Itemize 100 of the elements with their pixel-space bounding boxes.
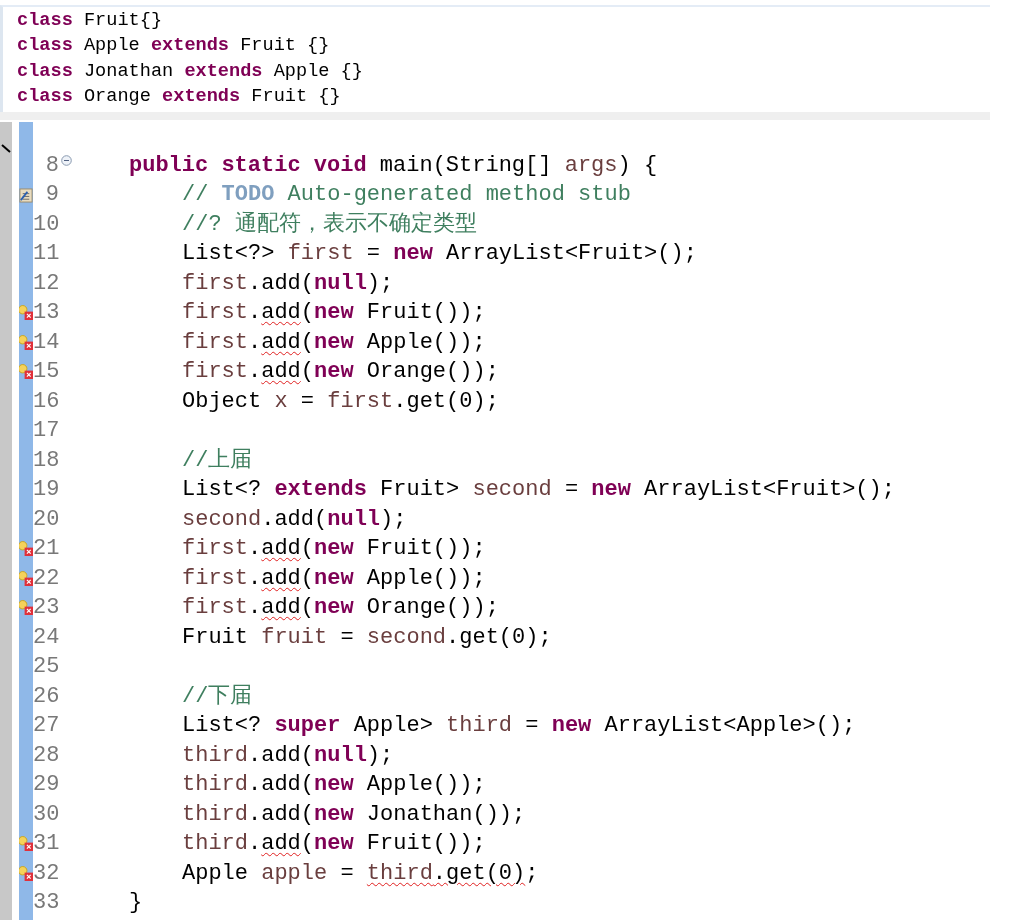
code-text: .	[248, 565, 262, 591]
code-text: Apple());	[365, 565, 486, 591]
error-bulb-icon[interactable]	[19, 334, 33, 351]
collapse-icon[interactable]	[61, 155, 72, 167]
keyword: new	[314, 300, 354, 326]
code-text: =	[524, 713, 540, 739]
error-bulb-icon[interactable]	[19, 836, 33, 853]
line-number: 26	[33, 682, 61, 711]
variable-name: second	[472, 477, 552, 503]
code-text: Apple {}	[272, 60, 363, 82]
keyword: extends	[150, 35, 229, 57]
code-text: (	[300, 536, 315, 562]
code-text: (	[300, 595, 315, 621]
keyword: null	[314, 270, 367, 296]
keyword: extends	[162, 85, 241, 107]
code-text: =	[563, 477, 580, 503]
keyword: new	[314, 801, 354, 827]
variable-name: first	[287, 241, 354, 267]
keyword: new	[314, 536, 354, 562]
todo-tag: TODO	[221, 182, 275, 208]
error-code-text: .get(0)	[432, 860, 526, 886]
error-bulb-icon[interactable]	[19, 541, 33, 558]
code-text: Fruit());	[365, 831, 486, 857]
line-number: 18	[33, 446, 61, 475]
code-text: .add(	[248, 270, 315, 296]
variable-name: first	[182, 270, 248, 296]
code-text: .add(	[248, 772, 315, 798]
code-text: Fruit {}	[250, 85, 341, 107]
code-comment: //上届	[182, 447, 253, 473]
variable-name: first	[327, 388, 394, 414]
code-text: =	[365, 241, 382, 267]
code-text: ArrayList<Fruit>();	[643, 477, 895, 503]
code-text: List<?>	[182, 241, 276, 267]
code-text: );	[366, 270, 394, 296]
code-text: List<?	[182, 713, 263, 739]
error-code-text: add	[261, 595, 301, 621]
variable-name: third	[182, 831, 248, 857]
line-number: 32	[33, 859, 61, 888]
code-comment: //? 通配符，表示不确定类型	[182, 211, 477, 237]
variable-name: args	[564, 152, 618, 178]
error-code-text: add	[261, 565, 301, 591]
keyword: new	[314, 831, 354, 857]
keyword: null	[314, 742, 367, 768]
line-number: 16	[33, 387, 61, 416]
variable-name: third	[182, 801, 248, 827]
line-number: 31	[33, 830, 61, 859]
code-text: Apple());	[365, 329, 486, 355]
code-text: (	[300, 565, 315, 591]
line-number: 22	[33, 564, 61, 593]
code-text: Object	[182, 388, 263, 414]
code-text: .	[248, 300, 262, 326]
variable-name: first	[182, 329, 248, 355]
variable-name: first	[182, 565, 248, 591]
error-code-text: add	[261, 329, 301, 355]
error-bulb-icon[interactable]	[19, 364, 33, 381]
keyword: extends	[184, 60, 263, 82]
code-text: List<?	[182, 477, 263, 503]
keyword: super	[274, 713, 341, 739]
keyword: null	[327, 506, 381, 532]
keyword: new	[314, 595, 354, 621]
code-text: .	[248, 831, 262, 857]
line-number: 9	[44, 181, 60, 210]
line-number: 33	[33, 889, 61, 918]
code-text: Orange	[82, 85, 152, 107]
code-text: Fruit());	[365, 300, 486, 326]
error-bulb-icon[interactable]	[19, 600, 33, 617]
code-text: ;	[525, 860, 539, 886]
code-text: Orange());	[365, 359, 499, 385]
line-number: 23	[33, 594, 61, 623]
code-text: Orange());	[365, 595, 499, 621]
keyword: class	[17, 85, 73, 107]
variable-name: second	[366, 624, 447, 650]
code-text: Apple	[182, 860, 249, 886]
code-text: .add(	[261, 506, 328, 532]
code-text: .	[248, 329, 262, 355]
code-text: (	[300, 300, 315, 326]
keyword: new	[314, 565, 354, 591]
keyword: new	[314, 359, 354, 385]
code-text: (	[300, 329, 315, 355]
variable-name: third	[182, 742, 248, 768]
code-text: .add(	[248, 801, 315, 827]
code-comment: //	[182, 182, 210, 208]
keyword: new	[393, 241, 433, 267]
error-bulb-icon[interactable]	[19, 305, 33, 322]
keyword: new	[314, 772, 354, 798]
code-text: Jonathan());	[365, 801, 526, 827]
code-text: Apple	[82, 35, 141, 57]
error-code-text: add	[261, 359, 301, 385]
error-bulb-icon[interactable]	[19, 570, 33, 587]
error-bulb-icon[interactable]	[19, 865, 33, 882]
code-text: Apple>	[352, 713, 434, 739]
code-text: ArrayList<Fruit>();	[445, 241, 697, 267]
line-number: 19	[33, 476, 61, 505]
code-text: =	[299, 388, 316, 414]
line-number: 12	[33, 269, 61, 298]
line-number: 20	[33, 505, 61, 534]
code-text: .get(0);	[446, 624, 552, 650]
task-icon[interactable]	[19, 187, 33, 203]
code-text: Fruit>	[379, 477, 461, 503]
keyword: public static void	[129, 152, 367, 178]
